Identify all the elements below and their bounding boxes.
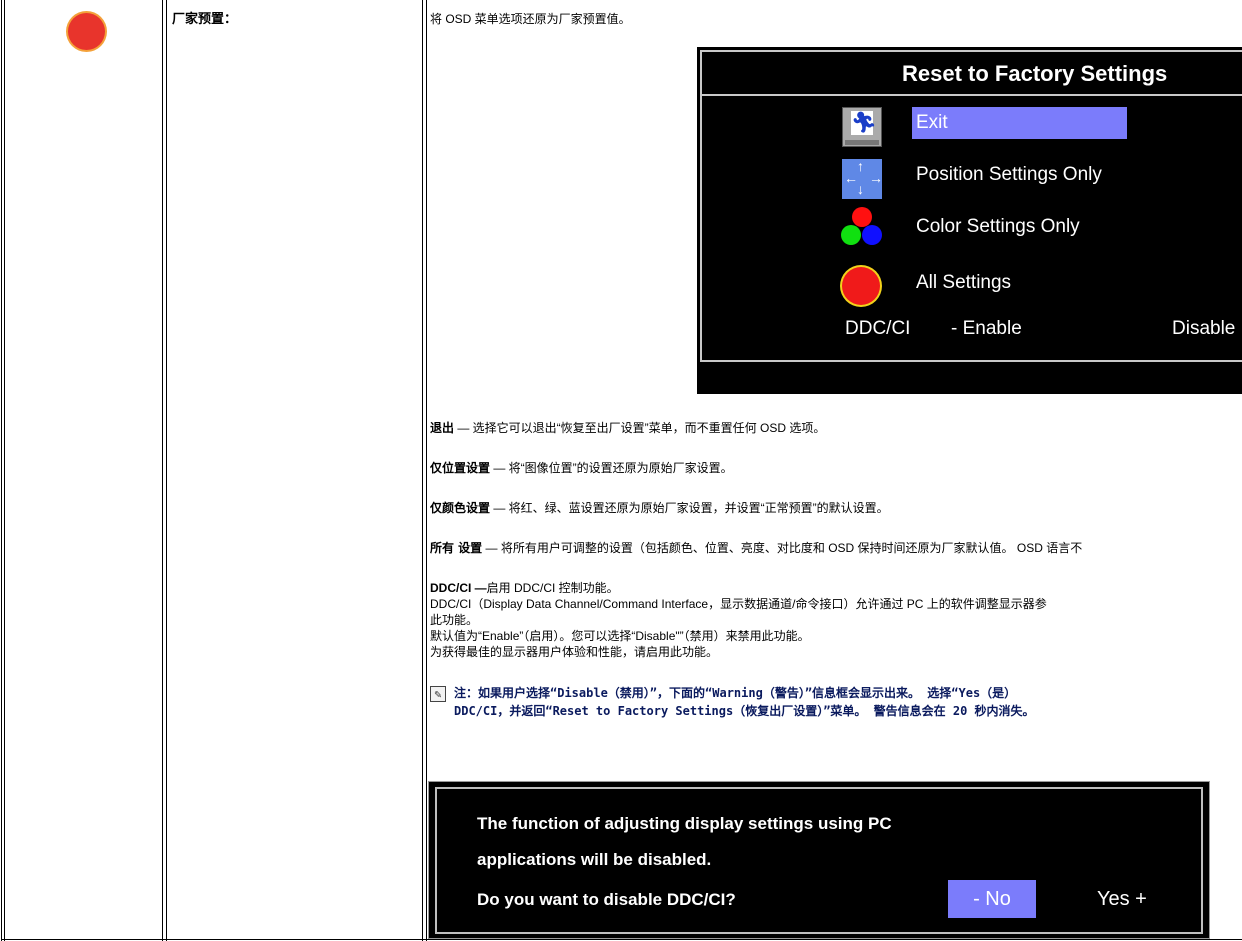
ddc-line5: 为获得最佳的显示器用户体验和性能，请启用此功能。	[430, 645, 719, 659]
osd-ddc-disable[interactable]: Disable	[1172, 318, 1235, 340]
desc-term: 所有 设置	[430, 541, 483, 555]
all-settings-circle-icon	[68, 13, 105, 50]
warning-dialog-screenshot: The function of adjusting display settin…	[428, 781, 1210, 939]
section-title: 厂家预置：	[172, 12, 238, 27]
desc-text: — 将“图像位置”的设置还原为原始厂家设置。	[490, 461, 733, 475]
osd-title: Reset to Factory Settings	[702, 52, 1242, 96]
desc-text: — 选择它可以退出“恢复至出厂设置”菜单，而不重置任何 OSD 选项。	[454, 421, 826, 435]
desc-position: 仅位置设置 — 将“图像位置”的设置还原为原始厂家设置。	[430, 459, 733, 476]
ddc-line2: DDC/CI（Display Data Channel/Command Inte…	[430, 597, 1047, 611]
desc-term: 仅位置设置	[430, 461, 491, 475]
column-divider-2b	[426, 0, 427, 941]
warning-no-button[interactable]: - No	[948, 880, 1036, 918]
exit-icon: 🏃︎	[842, 107, 882, 147]
desc-color: 仅颜色设置 — 将红、绿、蓝设置还原为原始厂家设置，并设置“正常预置”的默认设置…	[430, 499, 889, 516]
note-line2: DDC/CI，并返回“Reset to Factory Settings（恢复出…	[454, 704, 1035, 718]
warning-yes-button[interactable]: Yes +	[1097, 880, 1147, 918]
column-divider-1b	[166, 0, 167, 941]
ddc-line4: 默认值为“Enable”（启用）。您可以选择“Disable"”（禁用）来禁用此…	[430, 629, 810, 643]
osd-ddc-enable[interactable]: - Enable	[951, 318, 1022, 340]
column-divider-2a	[422, 0, 423, 941]
osd-item-label: Position Settings Only	[916, 164, 1102, 185]
ddc-heading: DDC/CI —启用 DDC/CI 控制功能。	[430, 580, 619, 596]
table-border-bottom	[1, 939, 1242, 940]
table-border-left-inner	[4, 0, 5, 941]
desc-all: 所有 设置 — 将所有用户可调整的设置（包括颜色、位置、亮度、对比度和 OSD …	[430, 539, 1082, 556]
ddc-text: 启用 DDC/CI 控制功能。	[486, 581, 619, 595]
column-divider-1a	[162, 0, 163, 941]
desc-term: 退出	[430, 421, 455, 435]
osd-item-label: All Settings	[916, 272, 1012, 293]
ddc-term: DDC/CI —	[430, 581, 487, 595]
warning-line1: The function of adjusting display settin…	[477, 814, 892, 833]
desc-term: 仅颜色设置	[430, 501, 491, 515]
intro-text: 将 OSD 菜单选项还原为厂家预置值。	[430, 12, 631, 26]
note-box: ✎ 注：如果用户选择“Disable（禁用）”，下面的“Warning（警告）”…	[430, 684, 1035, 720]
rgb-circles-icon	[841, 207, 882, 251]
desc-exit: 退出 — 选择它可以退出“恢复至出厂设置”菜单，而不重置任何 OSD 选项。	[430, 419, 825, 436]
osd-item-label: Color Settings Only	[916, 216, 1080, 237]
position-arrows-icon: ↑ ↓ ← →	[842, 158, 883, 199]
pencil-note-icon: ✎	[430, 686, 446, 702]
warning-line3: Do you want to disable DDC/CI?	[477, 890, 736, 909]
osd-ddc-label: DDC/CI	[845, 318, 911, 339]
osd-frame: Reset to Factory Settings	[700, 50, 1242, 362]
desc-text: — 将所有用户可调整的设置（包括颜色、位置、亮度、对比度和 OSD 保持时间还原…	[482, 541, 1083, 555]
osd-item-label: Exit	[912, 107, 1127, 139]
note-line1: 注：如果用户选择“Disable（禁用）”，下面的“Warning（警告）”信息…	[454, 686, 1017, 700]
osd-screenshot: Reset to Factory Settings 🏃︎ Exit ↑ ↓ ← …	[697, 47, 1242, 394]
ddc-line3: 此功能。	[430, 613, 479, 627]
red-circle-icon	[842, 267, 880, 305]
desc-text: — 将红、绿、蓝设置还原为原始厂家设置，并设置“正常预置”的默认设置。	[490, 501, 889, 515]
warning-line2: applications will be disabled.	[477, 850, 712, 869]
table-border-left-outer	[1, 0, 2, 941]
